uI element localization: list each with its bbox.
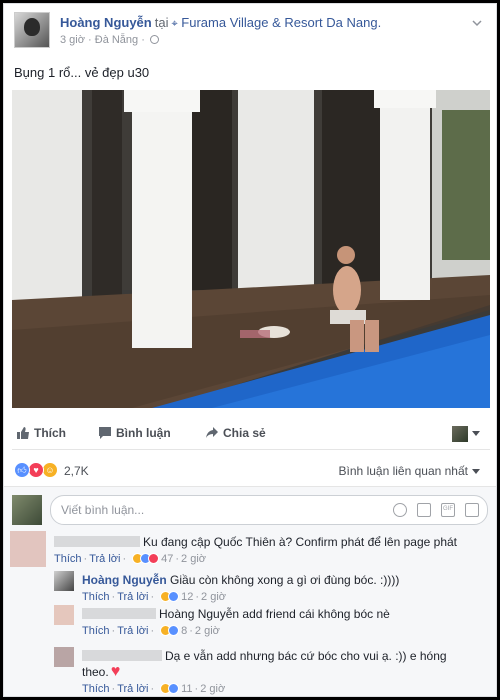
comment-like-link[interactable]: Thích (54, 553, 82, 565)
heart-icon: ♥ (110, 663, 121, 680)
reply-text-line: Hoàng Nguyễn add friend cái không bóc nè (82, 607, 390, 622)
redacted-name (82, 608, 156, 619)
reply-author-avatar[interactable] (54, 647, 74, 667)
sticker-icon[interactable] (465, 503, 479, 517)
redacted-name (82, 650, 162, 661)
comment-text-line: Ku đang cập Quốc Thiên à? Confirm phát đ… (54, 535, 457, 550)
reply-reaction-count[interactable]: 12 (181, 591, 193, 603)
post-city[interactable]: Đà Nẵng (95, 34, 138, 46)
author-avatar[interactable] (14, 12, 50, 48)
globe-icon (149, 35, 159, 44)
at-word: tại (154, 15, 169, 30)
reply-text-line: Hoàng Nguyễn Giầu còn không xong a gì ơi… (82, 573, 399, 588)
reply-reply-link[interactable]: Trả lời (117, 591, 148, 603)
love-reaction-icon: ♥ (28, 462, 44, 478)
comment-sort-dropdown[interactable]: Bình luận liên quan nhất (339, 464, 480, 478)
caret-down-icon (472, 469, 480, 474)
post-caption: Bụng 1 rổ... vẻ đẹp u30 (14, 65, 150, 80)
reply-text-line: theo. ♥ (82, 664, 120, 680)
reply-text-line: Dạ e vẫn add nhưng bác cứ bóc cho vui ạ.… (82, 649, 447, 664)
camera-icon[interactable] (417, 503, 431, 517)
like-reaction-icon (168, 683, 180, 694)
reply-time[interactable]: 2 giờ (200, 683, 225, 695)
post-actions: Thích Bình luận Chia sẻ (12, 420, 490, 450)
reply-text-continued: theo. (82, 665, 109, 679)
comment-actions: Thích · Trả lời · 47 · 2 giờ (54, 553, 206, 565)
reply-author-avatar[interactable] (54, 605, 74, 625)
post-header: Hoàng Nguyễn tại ⌖ Furama Village & Resort… (12, 12, 488, 52)
reply-time[interactable]: 2 giờ (195, 625, 220, 637)
reply-time[interactable]: 2 giờ (201, 591, 226, 603)
reply-reply-link[interactable]: Trả lời (117, 625, 148, 637)
reply-actions: Thích · Trả lời · 8 · 2 giờ (82, 625, 220, 637)
reply-reaction-count[interactable]: 11 (181, 683, 192, 695)
thumbs-up-icon (17, 427, 29, 439)
viewer-avatar (12, 495, 42, 525)
reply-like-link[interactable]: Thích (82, 591, 110, 603)
reaction-count[interactable]: 2,7K (64, 464, 89, 478)
post-card: Hoàng Nguyễn tại ⌖ Furama Village & Resort… (3, 3, 497, 697)
comment-button[interactable]: Bình luận (98, 426, 171, 440)
like-reaction-icon (168, 625, 180, 636)
location-link[interactable]: Furama Village & Resort Da Nang. (181, 15, 381, 30)
comment-time[interactable]: 2 giờ (181, 553, 206, 565)
reaction-summary[interactable]: 👍︎ ♥ ☺ 2,7K Bình luận liên quan nhất (12, 460, 490, 482)
caret-down-icon[interactable] (472, 431, 480, 436)
post-meta: 3 giờ · Đà Nẵng · (60, 34, 159, 46)
photo-scene (12, 90, 490, 408)
like-button[interactable]: Thích (16, 426, 66, 440)
chevron-down-icon[interactable] (472, 18, 482, 28)
comment-reply-link[interactable]: Trả lời (89, 553, 120, 565)
audience-thumbnail[interactable] (452, 426, 468, 442)
reply-text: Dạ e vẫn add nhưng bác cứ bóc cho vui ạ.… (165, 649, 447, 663)
post-time[interactable]: 3 giờ (60, 34, 85, 46)
comments-section: Viết bình luận... GIF Ku đang cập Quốc T… (4, 486, 496, 696)
comment-input[interactable]: Viết bình luận... GIF (50, 495, 488, 525)
author-line: Hoàng Nguyễn tại ⌖ Furama Village & Resort… (60, 15, 381, 31)
reply-item: Hoàng Nguyễn Giầu còn không xong a gì ơi… (54, 571, 490, 607)
like-reaction-icon: 👍︎ (14, 462, 30, 478)
comment-placeholder: Viết bình luận... (61, 503, 145, 517)
like-reaction-icon (168, 591, 180, 602)
comment-reaction-count[interactable]: 47 (161, 553, 173, 565)
reply-like-link[interactable]: Thích (82, 683, 110, 695)
gif-icon[interactable]: GIF (441, 503, 455, 517)
haha-reaction-icon: ☺ (42, 462, 58, 478)
comment-text: Ku đang cập Quốc Thiên à? Confirm phát đ… (143, 535, 457, 549)
reply-item: Hoàng Nguyễn add friend cái không bóc nè… (54, 605, 490, 641)
share-arrow-icon (206, 427, 218, 438)
author-name[interactable]: Hoàng Nguyễn (60, 15, 152, 30)
redacted-name (54, 536, 140, 547)
love-reaction-icon (148, 553, 160, 564)
reply-author-avatar[interactable] (54, 571, 74, 591)
reply-item: Dạ e vẫn add nhưng bác cứ bóc cho vui ạ.… (54, 647, 490, 696)
reply-text: Giầu còn không xong a gì ơi đùng bóc. :)… (170, 573, 400, 587)
reply-author-name[interactable]: Hoàng Nguyễn (82, 573, 167, 587)
post-photo[interactable] (12, 90, 490, 408)
commenter-avatar[interactable] (10, 531, 46, 567)
reply-actions: Thích · Trả lời · 12 · 2 giờ (82, 591, 226, 603)
reply-actions: Thích · Trả lời · 11 · 2 giờ (82, 683, 226, 695)
reply-text: Hoàng Nguyễn add friend cái không bóc nè (159, 607, 390, 621)
location-pin-icon: ⌖ (171, 18, 178, 30)
reply-reaction-count[interactable]: 8 (181, 625, 187, 637)
speech-bubble-icon (99, 427, 111, 439)
reply-reply-link[interactable]: Trả lời (117, 683, 148, 695)
comment-item: Ku đang cập Quốc Thiên à? Confirm phát đ… (10, 531, 490, 571)
emoji-icon[interactable] (393, 503, 407, 517)
reply-like-link[interactable]: Thích (82, 625, 110, 637)
share-button[interactable]: Chia sẻ (205, 426, 266, 440)
